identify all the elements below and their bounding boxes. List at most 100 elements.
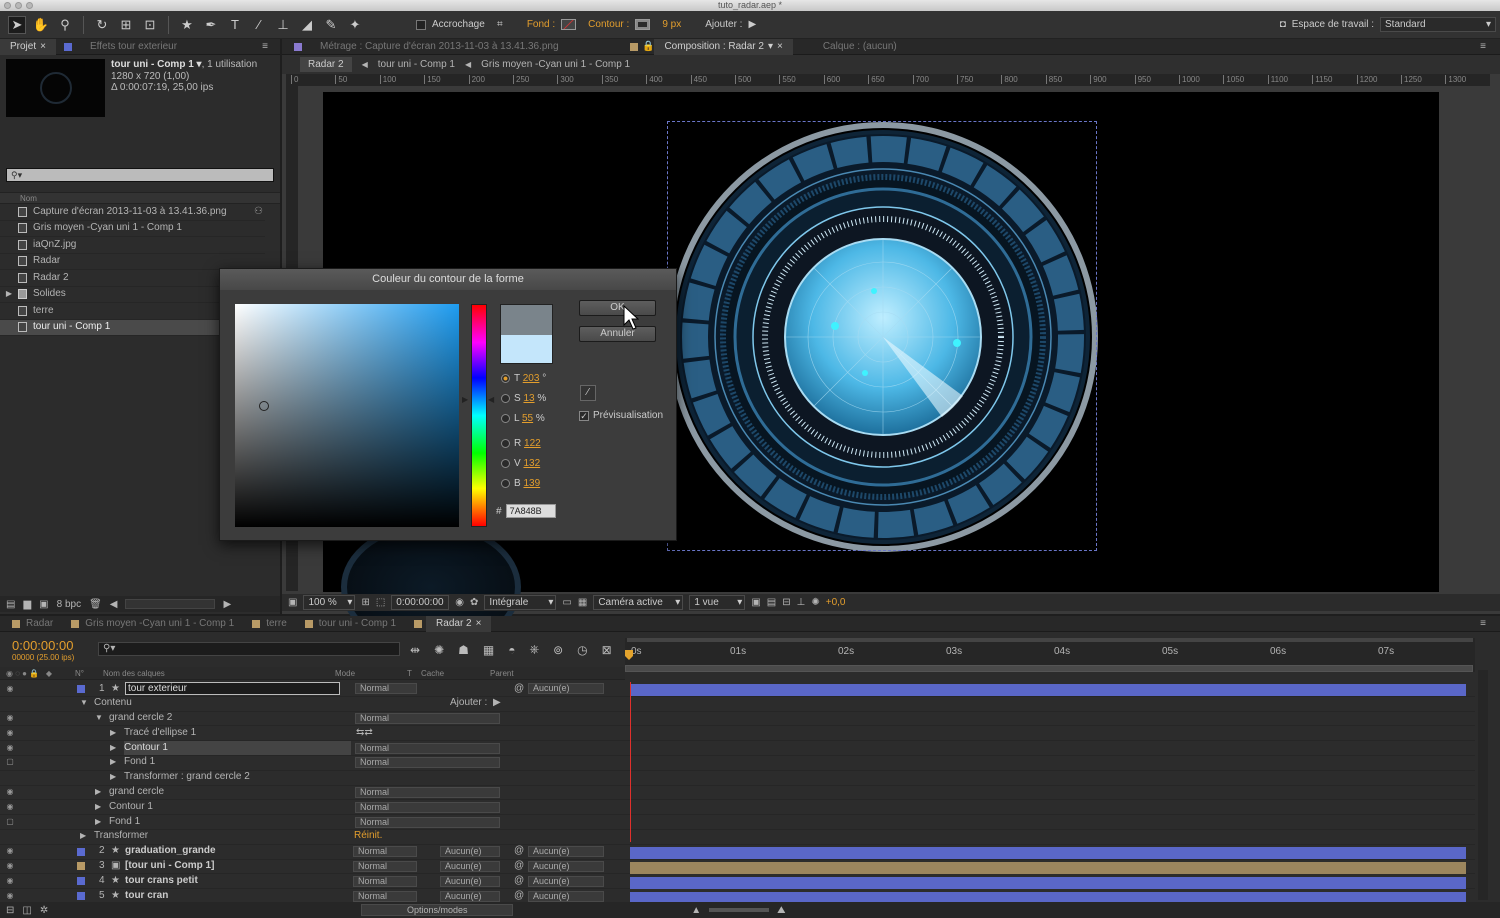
- blend-mode-select[interactable]: Normal: [355, 757, 500, 769]
- parent-select[interactable]: Aucun(e): [528, 860, 604, 872]
- path-direction-icon[interactable]: ⇆⇄: [356, 726, 373, 741]
- show-channel-icon[interactable]: ✿: [470, 597, 478, 608]
- snap-options-icon[interactable]: ⌗: [491, 16, 509, 34]
- text-tool-icon[interactable]: T: [226, 16, 244, 34]
- expand-layer-switches-icon[interactable]: ⊟: [6, 905, 14, 916]
- tab-composition[interactable]: Composition : Radar 2 ▾ ×: [654, 38, 793, 55]
- list-item[interactable]: Capture d'écran 2013-11-03 à 13.41.36.pn…: [0, 204, 265, 221]
- chevron-down-icon[interactable]: ▾: [768, 39, 773, 55]
- breadcrumb-item-tour-uni[interactable]: tour uni - Comp 1: [378, 59, 455, 70]
- eye-icon[interactable]: ◉: [5, 844, 15, 859]
- star-shape-tool-icon[interactable]: ★: [178, 16, 196, 34]
- mask-visibility-icon[interactable]: ⬚: [376, 597, 385, 608]
- fill-label[interactable]: Fond :: [527, 19, 555, 30]
- brainstorm-icon[interactable]: ⊚: [553, 643, 563, 657]
- hue-slider-arrow-right-icon[interactable]: ◀: [488, 395, 494, 404]
- eye-icon[interactable]: ▢: [5, 755, 15, 770]
- zoom-out-icon[interactable]: ▲: [691, 905, 701, 916]
- camera-select[interactable]: Caméra active ▾: [593, 595, 684, 610]
- eraser-tool-icon[interactable]: ◢: [298, 16, 316, 34]
- reset-transform-link[interactable]: Réinit.: [354, 829, 382, 844]
- timeline-current-time[interactable]: 0:00:00:00: [12, 638, 74, 653]
- blue-value[interactable]: 139: [523, 478, 540, 489]
- snap-checkbox[interactable]: [416, 19, 426, 30]
- close-icon[interactable]: ×: [777, 39, 783, 55]
- puppet-pin-tool-icon[interactable]: ✦: [346, 16, 364, 34]
- blend-mode-select[interactable]: Normal: [353, 846, 417, 858]
- label-color-icon[interactable]: [77, 877, 85, 886]
- project-search-input[interactable]: ⚲▾: [6, 168, 274, 182]
- minimize-window-button[interactable]: [15, 2, 22, 9]
- green-value[interactable]: 132: [523, 458, 540, 469]
- scroll-right-icon[interactable]: ▶: [223, 599, 231, 610]
- views-select[interactable]: 1 vue ▾: [689, 595, 746, 610]
- resolution-select[interactable]: Intégrale ▾: [484, 595, 557, 610]
- eye-icon[interactable]: ▢: [5, 815, 15, 830]
- stopwatch-icon[interactable]: ◷: [577, 643, 587, 657]
- stroke-label[interactable]: Contour :: [588, 19, 629, 30]
- red-field[interactable]: R 122: [501, 437, 546, 451]
- label-color-icon[interactable]: [77, 684, 85, 693]
- blue-field[interactable]: B 139: [501, 477, 546, 491]
- table-row[interactable]: ◉ ▶ Contour 1 Normal: [0, 800, 1475, 816]
- layer-duration-bar[interactable]: [630, 877, 1466, 889]
- comp-mini-flowchart-icon[interactable]: ⇹: [410, 643, 420, 657]
- tab-layer[interactable]: Calque : (aucun): [813, 39, 907, 55]
- add-menu-icon[interactable]: ▶: [493, 696, 501, 711]
- table-row[interactable]: ◉ ▼ grand cercle 2 Normal: [0, 712, 1475, 727]
- ok-button[interactable]: OK: [579, 300, 656, 316]
- table-row[interactable]: ◉ ▶ Contour 1 Normal: [0, 740, 1475, 756]
- saturation-lightness-field[interactable]: [235, 304, 459, 527]
- graph-editor-icon[interactable]: ⎈: [529, 642, 539, 657]
- lightness-field[interactable]: L 55 %: [501, 412, 546, 426]
- expand-modes-icon[interactable]: ◫: [22, 905, 31, 916]
- label-color-icon[interactable]: [77, 862, 85, 871]
- table-row[interactable]: ▶ Transformer Réinit.: [0, 830, 1475, 845]
- new-composition-icon[interactable]: ▣: [39, 599, 48, 610]
- track-matte-select[interactable]: Aucun(e): [440, 875, 500, 887]
- eye-icon[interactable]: ◉: [5, 874, 15, 889]
- expand-arrow-icon[interactable]: ▶: [0, 286, 18, 303]
- parent-select[interactable]: Aucun(e): [528, 890, 604, 902]
- lightness-value[interactable]: 55: [522, 413, 533, 424]
- layer-name-input[interactable]: tour exterieur: [125, 682, 340, 696]
- layer-duration-bar[interactable]: [630, 862, 1466, 874]
- workspace-select[interactable]: Standard ▾: [1380, 17, 1496, 32]
- horizontal-scrollbar[interactable]: [125, 599, 216, 609]
- saturation-value[interactable]: 13: [523, 393, 534, 404]
- blend-mode-select[interactable]: Normal: [355, 683, 417, 695]
- close-icon[interactable]: ×: [476, 616, 482, 632]
- timeline-icon[interactable]: ⊟: [782, 597, 790, 608]
- layer-name[interactable]: [tour uni - Comp 1]: [125, 859, 214, 874]
- layer-name[interactable]: graduation_grande: [125, 844, 216, 859]
- pen-tool-icon[interactable]: ✒: [202, 16, 220, 34]
- list-item[interactable]: iaQnZ.jpg: [0, 237, 265, 254]
- exposure-value[interactable]: +0,0: [826, 597, 846, 608]
- expand-arrow-icon[interactable]: ▶: [110, 741, 124, 756]
- add-property-label[interactable]: Ajouter :: [450, 696, 487, 711]
- green-radio[interactable]: [501, 458, 510, 468]
- eye-icon[interactable]: ◉: [5, 785, 15, 800]
- red-radio[interactable]: [501, 438, 510, 448]
- zoom-window-button[interactable]: [26, 2, 33, 9]
- pickwhip-icon[interactable]: @: [514, 874, 524, 889]
- track-matte-select[interactable]: Aucun(e): [440, 846, 500, 858]
- rotate-tool-icon[interactable]: ↻: [93, 16, 111, 34]
- layer-duration-bar[interactable]: [630, 684, 1466, 696]
- table-row[interactable]: ▢ ▶ Fond 1 Normal: [0, 815, 1475, 830]
- eye-icon[interactable]: ◉: [5, 859, 15, 874]
- timeline-time-display[interactable]: 0:00:00:00 00000 (25.00 ips): [12, 638, 74, 662]
- panel-menu-icon[interactable]: ≡: [1480, 618, 1500, 629]
- blue-radio[interactable]: [501, 478, 510, 488]
- zoom-tool-icon[interactable]: ⚲: [56, 16, 74, 34]
- lock-icon[interactable]: 🔒: [642, 41, 654, 52]
- hue-radio[interactable]: [501, 373, 510, 383]
- preview-checkbox[interactable]: ✓: [579, 410, 589, 421]
- fast-preview-icon[interactable]: ▤: [767, 597, 776, 608]
- region-of-interest-icon[interactable]: ▭: [562, 597, 571, 608]
- tab-project[interactable]: Projet ×: [0, 38, 56, 55]
- add-menu-icon[interactable]: ▶: [748, 19, 756, 30]
- column-layer-name[interactable]: Nom des calques: [103, 669, 335, 678]
- tab-gris-moyen[interactable]: Gris moyen -Cyan uni 1 - Comp 1: [83, 616, 244, 632]
- always-preview-icon[interactable]: ▣: [288, 597, 297, 608]
